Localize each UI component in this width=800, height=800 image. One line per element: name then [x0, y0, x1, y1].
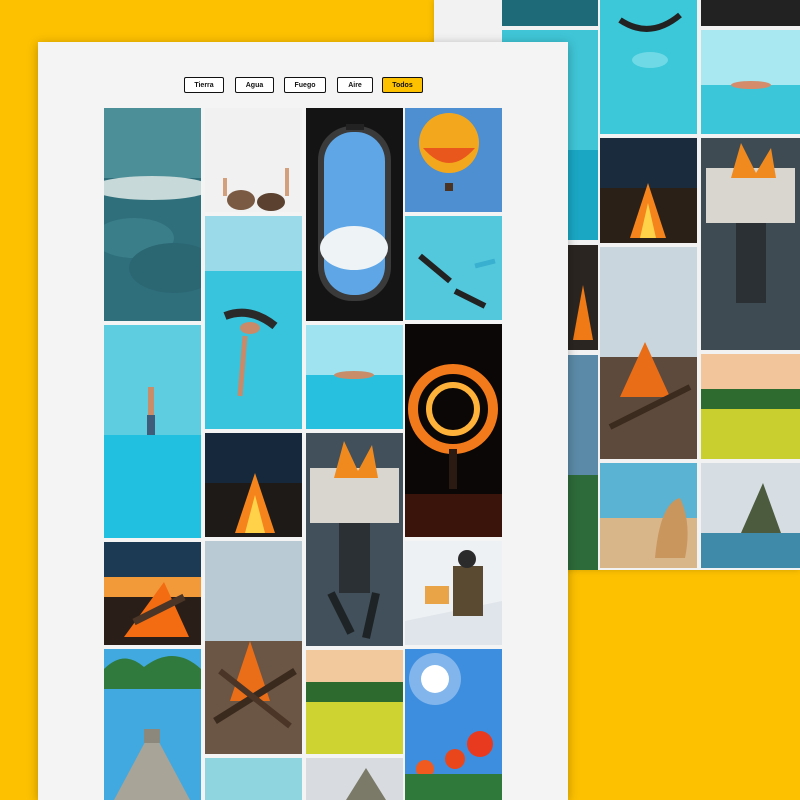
- airplane-window-photo-icon: [306, 108, 403, 321]
- fire-photo-icon: [104, 542, 201, 645]
- photo-yellow-flower-field[interactable]: [306, 650, 403, 754]
- filter-agua-button[interactable]: Agua: [235, 77, 274, 93]
- photo-storm-clouds[interactable]: [104, 108, 201, 321]
- fire-photo-icon: [600, 247, 697, 459]
- field-photo-icon: [306, 650, 403, 754]
- photo-infinity-pool-man[interactable]: [104, 325, 201, 538]
- people-photo-icon: [205, 108, 302, 212]
- fire-photo-icon: [600, 138, 697, 243]
- photo-poppies-sun[interactable]: [405, 649, 502, 800]
- photo-tile[interactable]: [701, 463, 800, 568]
- photo-icon: [306, 758, 403, 800]
- photo-tile[interactable]: [502, 0, 598, 26]
- camel-photo-icon: [600, 463, 697, 568]
- photo-icon: [205, 758, 302, 800]
- photo-hot-air-balloon[interactable]: [405, 108, 502, 212]
- photo-tile[interactable]: [600, 138, 697, 243]
- photo-underwater-swimmer[interactable]: [205, 216, 302, 429]
- pool-photo-icon: [104, 325, 201, 538]
- photo-tile[interactable]: [306, 758, 403, 800]
- photo-snow-reader[interactable]: [405, 541, 502, 645]
- photo-tile[interactable]: [600, 247, 697, 459]
- fire-photo-icon: [568, 245, 598, 350]
- balloon-photo-icon: [405, 108, 502, 212]
- photo-tile[interactable]: [568, 355, 598, 570]
- photo-icon: [701, 0, 800, 26]
- gallery-page: Tierra Agua Fuego Aire Todos: [38, 42, 568, 800]
- photo-bonfire-sunset[interactable]: [104, 542, 201, 645]
- photo-tile[interactable]: [600, 0, 697, 134]
- photo-tile[interactable]: [600, 463, 697, 568]
- photo-tile[interactable]: [701, 138, 800, 350]
- photo-snorkelers[interactable]: [405, 216, 502, 320]
- filter-fuego-button[interactable]: Fuego: [284, 77, 326, 93]
- filter-tierra-button[interactable]: Tierra: [184, 77, 224, 93]
- photo-tile[interactable]: [568, 245, 598, 350]
- photo-mayan-pyramid[interactable]: [104, 649, 201, 800]
- photo-airplane-window[interactable]: [306, 108, 403, 321]
- poppy-photo-icon: [405, 649, 502, 800]
- photo-fire-spinner[interactable]: [405, 324, 502, 537]
- snorkel-photo-icon: [405, 216, 502, 320]
- clouds-photo-icon: [104, 108, 201, 321]
- swimmer-photo-icon: [205, 216, 302, 429]
- water-photo-icon: [502, 0, 598, 26]
- filter-todos-button[interactable]: Todos: [382, 77, 423, 93]
- photo-campfire-night[interactable]: [205, 433, 302, 537]
- photo-tile[interactable]: [701, 30, 800, 134]
- fire-photo-icon: [205, 433, 302, 537]
- filter-bar: Tierra Agua Fuego Aire Todos: [38, 77, 568, 93]
- photo-tile[interactable]: [701, 0, 800, 26]
- pool-photo-icon: [306, 325, 403, 429]
- pool-photo-icon: [701, 30, 800, 134]
- photo-tile[interactable]: [205, 758, 302, 800]
- pyramid-photo-icon: [104, 649, 201, 800]
- landscape-photo-icon: [568, 355, 598, 570]
- newspaper-photo-icon: [306, 433, 403, 646]
- newspaper-photo-icon: [701, 138, 800, 350]
- photo-tile[interactable]: [701, 354, 800, 459]
- swimmer-photo-icon: [600, 0, 697, 134]
- field-photo-icon: [701, 354, 800, 459]
- landscape-photo-icon: [701, 463, 800, 568]
- fire-photo-icon: [205, 541, 302, 754]
- photo-hands-sky[interactable]: [205, 108, 302, 212]
- photo-campfire-logs[interactable]: [205, 541, 302, 754]
- snow-photo-icon: [405, 541, 502, 645]
- fire-photo-icon: [405, 324, 502, 537]
- filter-aire-button[interactable]: Aire: [337, 77, 373, 93]
- photo-burning-newspaper[interactable]: [306, 433, 403, 646]
- photo-pool-floater[interactable]: [306, 325, 403, 429]
